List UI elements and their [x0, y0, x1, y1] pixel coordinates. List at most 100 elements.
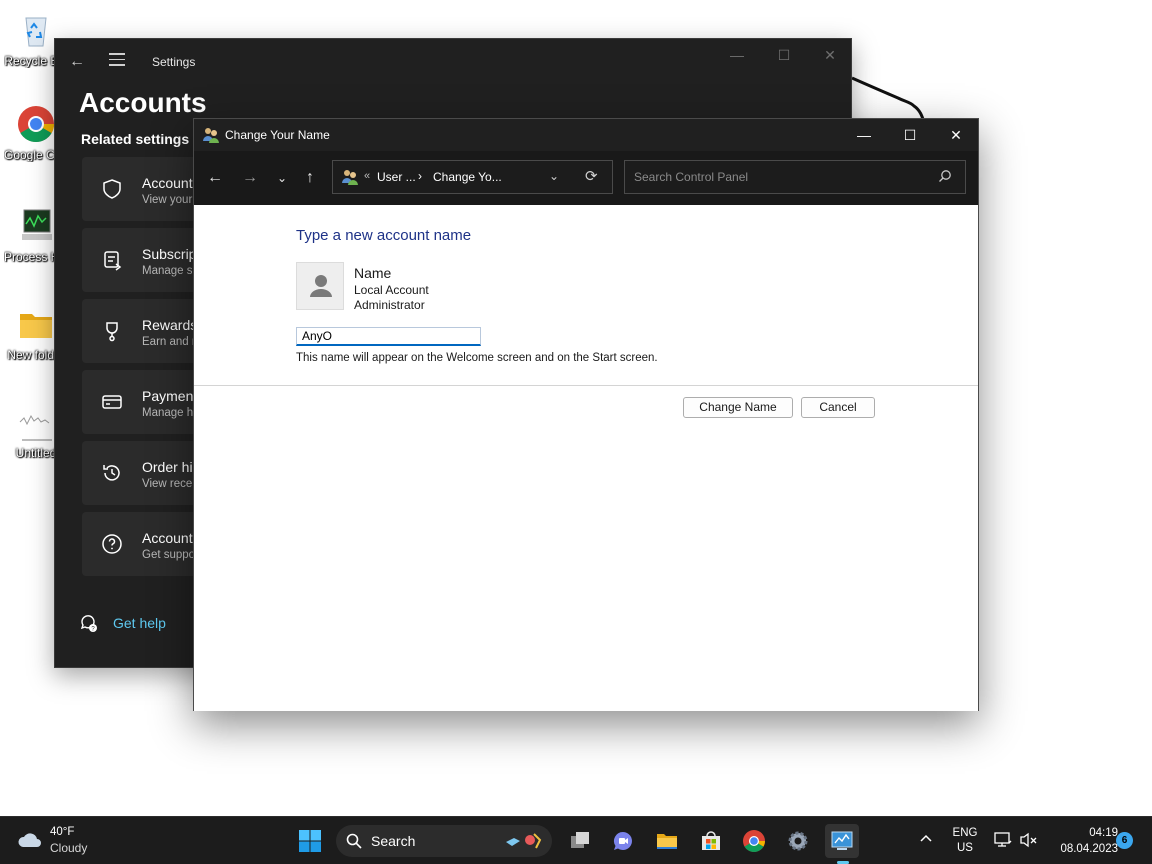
- control-panel-taskbar-button[interactable]: [825, 824, 859, 858]
- card-title: Order his: [142, 459, 200, 475]
- task-view-icon: [571, 832, 589, 848]
- card-title: Rewards: [142, 317, 198, 333]
- microsoft-store-button[interactable]: [694, 824, 728, 858]
- hamburger-menu-icon[interactable]: [109, 53, 125, 67]
- minimize-icon[interactable]: —: [722, 47, 752, 67]
- credit-card-icon: [102, 395, 122, 409]
- settings-window-title: Settings: [152, 55, 196, 69]
- page-title: Accounts: [79, 87, 207, 118]
- new-account-name-input[interactable]: [296, 327, 481, 346]
- control-panel-icon: [831, 831, 853, 850]
- card-title: Subscrip: [142, 246, 197, 262]
- gear-icon: [788, 831, 808, 851]
- address-bar[interactable]: « User ... › Change Yo... ⌄ ⟳: [332, 160, 613, 194]
- settings-taskbar-button[interactable]: [781, 824, 815, 858]
- card-subtitle: View rece: [142, 478, 193, 490]
- show-hidden-icons-chevron-icon[interactable]: [918, 831, 934, 847]
- history-icon: [103, 465, 120, 481]
- start-button[interactable]: [293, 824, 327, 858]
- speaker-muted-icon[interactable]: [1019, 831, 1039, 849]
- breadcrumb-separator[interactable]: ›: [418, 169, 422, 183]
- windows-logo-icon: [299, 830, 321, 852]
- recent-locations-chevron-icon[interactable]: ⌄: [271, 167, 293, 189]
- maximize-icon[interactable]: ☐: [769, 47, 799, 67]
- chrome-taskbar-button[interactable]: [737, 824, 771, 858]
- chat-icon: [613, 832, 632, 850]
- breadcrumb-overflow[interactable]: «: [364, 170, 370, 182]
- cancel-button[interactable]: Cancel: [801, 397, 875, 418]
- recycle-bin-icon: [16, 10, 56, 50]
- taskbar-search-box[interactable]: Search: [336, 825, 552, 857]
- card-title: Account: [142, 175, 193, 191]
- change-name-button[interactable]: Change Name: [683, 397, 793, 418]
- user-accounts-icon: [342, 170, 358, 185]
- network-icon[interactable]: [993, 831, 1013, 849]
- change-name-window[interactable]: Change Your Name — ☐ ✕ ← → ⌄ ↑ « User ..…: [193, 118, 979, 711]
- breadcrumb-user-accounts[interactable]: User ...: [377, 170, 416, 184]
- account-name: Name: [354, 265, 392, 281]
- search-highlight-icon: [506, 833, 542, 849]
- page-title: Type a new account name: [296, 227, 472, 244]
- cloud-icon: [18, 833, 41, 847]
- shield-icon: [103, 179, 121, 199]
- card-title: Payment: [142, 388, 198, 404]
- card-subtitle: Get suppo: [142, 549, 196, 561]
- teams-chat-button[interactable]: [606, 824, 640, 858]
- folder-icon: [16, 304, 56, 344]
- card-subtitle: Manage s: [142, 265, 193, 277]
- get-help-label: Get help: [113, 615, 166, 631]
- weather-condition: Cloudy: [50, 841, 88, 855]
- user-accounts-icon: [203, 128, 219, 143]
- get-help-link[interactable]: ? Get help: [79, 613, 166, 633]
- back-arrow-icon[interactable]: ←: [204, 167, 226, 189]
- card-subtitle: View your: [142, 194, 193, 206]
- keyboard-layout: US: [957, 842, 973, 854]
- card-subtitle: Manage h: [142, 407, 194, 419]
- clock-date: 08.04.2023: [1060, 843, 1118, 855]
- up-arrow-icon[interactable]: ↑: [299, 167, 321, 189]
- divider: [194, 385, 978, 386]
- breadcrumb-change-your-name[interactable]: Change Yo...: [433, 170, 502, 184]
- help-chat-icon: ?: [80, 615, 97, 633]
- settings-titlebar[interactable]: ← Settings — ☐ ✕: [55, 39, 851, 85]
- close-icon[interactable]: ✕: [815, 47, 845, 67]
- taskbar: 40°F Cloudy Search ENG US 04:19 08.04.20…: [0, 816, 1152, 864]
- process-hacker-icon: [16, 206, 56, 246]
- close-icon[interactable]: ✕: [936, 123, 976, 147]
- subscription-icon: [104, 251, 122, 271]
- clock-time: 04:19: [1089, 827, 1118, 839]
- back-arrow-icon[interactable]: ←: [69, 53, 85, 71]
- account-role: Administrator: [354, 298, 425, 312]
- store-icon: [702, 831, 720, 850]
- dialog-content: Type a new account name Name Local Accou…: [194, 205, 978, 711]
- trophy-icon: [106, 322, 118, 342]
- system-clock[interactable]: 04:19 08.04.2023: [1042, 825, 1118, 857]
- task-view-button[interactable]: [563, 824, 597, 858]
- taskbar-search-label: Search: [371, 833, 416, 849]
- maximize-icon[interactable]: ☐: [890, 123, 930, 147]
- chrome-icon: [16, 104, 56, 144]
- input-language-indicator[interactable]: ENG US: [946, 826, 984, 856]
- avatar: [296, 262, 344, 310]
- card-title: Account: [142, 530, 193, 546]
- section-heading-related-settings: Related settings: [81, 131, 190, 147]
- search-control-panel-input[interactable]: [624, 160, 966, 194]
- minimize-icon[interactable]: —: [844, 123, 884, 147]
- notification-count-badge[interactable]: 6: [1116, 832, 1133, 849]
- name-hint-text: This name will appear on the Welcome scr…: [296, 352, 658, 364]
- folder-icon: [657, 834, 677, 849]
- search-icon[interactable]: [938, 169, 952, 183]
- forward-arrow-icon[interactable]: →: [239, 167, 261, 189]
- explorer-toolbar: ← → ⌄ ↑ « User ... › Change Yo... ⌄ ⟳: [194, 151, 978, 205]
- card-subtitle: Earn and r: [142, 336, 196, 348]
- change-name-window-title: Change Your Name: [225, 128, 330, 142]
- weather-temperature: 40°F: [50, 826, 75, 838]
- question-circle-icon: [102, 534, 122, 554]
- change-name-titlebar[interactable]: Change Your Name — ☐ ✕: [194, 119, 978, 151]
- file-explorer-button[interactable]: [650, 824, 684, 858]
- image-file-icon: [16, 402, 56, 442]
- refresh-icon[interactable]: ⟳: [585, 167, 598, 185]
- address-dropdown-chevron-icon[interactable]: ⌄: [549, 169, 559, 183]
- chrome-icon: [743, 830, 765, 852]
- weather-widget[interactable]: 40°F Cloudy: [16, 824, 87, 856]
